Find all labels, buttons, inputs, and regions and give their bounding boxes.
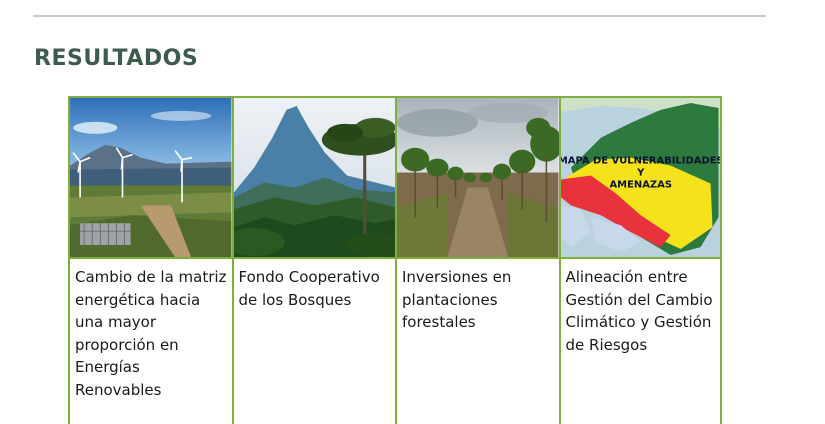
map-title-line1: MAPA DE VULNERABILIDADES [561, 156, 721, 167]
card-caption: Fondo Cooperativo de los Bosques [238, 268, 380, 309]
card-caption: Inversiones en plantaciones forestales [402, 268, 512, 331]
vulnerability-map: MAPA DE VULNERABILIDADES Y AMENAZAS [560, 96, 721, 259]
wind-farm-photo [70, 96, 232, 259]
card-climate-risk: MAPA DE VULNERABILIDADES Y AMENAZAS Alin… [558, 96, 722, 424]
top-divider [33, 15, 766, 17]
card-forest-fund: Fondo Cooperativo de los Bosques [231, 96, 395, 424]
page-title: RESULTADOS [34, 46, 199, 71]
card-forest-plantations: Inversiones en plantaciones forestales [395, 96, 559, 424]
card-caption: Cambio de la matriz energética hacia una… [75, 268, 227, 399]
tree-plantation-photo [397, 96, 559, 259]
forest-mountain-photo [233, 96, 395, 259]
slide: RESULTADOS Cambio de la matriz energétic… [0, 0, 825, 424]
card-renewable-energy: Cambio de la matriz energética hacia una… [68, 96, 232, 424]
map-title-line2: Y [636, 168, 645, 179]
results-cards: Cambio de la matriz energética hacia una… [68, 96, 722, 424]
map-title-line3: AMENAZAS [609, 179, 672, 190]
card-caption: Alineación entre Gestión del Cambio Clim… [565, 268, 713, 354]
